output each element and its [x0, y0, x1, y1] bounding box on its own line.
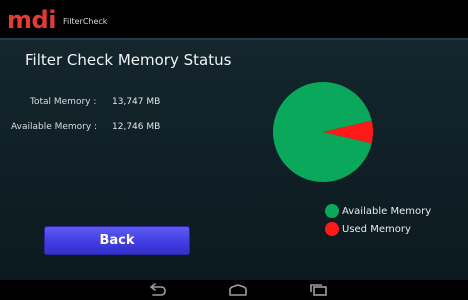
total-memory-label: Total Memory : [30, 97, 97, 107]
main-content: Filter Check Memory Status Total Memory … [0, 40, 468, 280]
mdi-logo: mdi [7, 6, 56, 34]
total-memory-value: 13,747 MB [112, 97, 161, 107]
nav-recents-icon[interactable] [306, 282, 330, 298]
legend-available-label: Available Memory [342, 205, 432, 217]
legend-available-memory: Available Memory [325, 204, 431, 218]
legend-used-label: Used Memory [342, 223, 411, 235]
app-bar: mdi FilterCheck [0, 0, 468, 38]
nav-back-icon[interactable] [145, 282, 169, 298]
system-nav-bar [0, 280, 468, 300]
legend-available-swatch [325, 204, 339, 218]
back-button[interactable]: Back [44, 226, 190, 255]
available-memory-label: Available Memory : [11, 122, 98, 132]
available-memory-value: 12,746 MB [112, 122, 161, 132]
app-name: FilterCheck [63, 17, 108, 26]
memory-pie-chart [273, 82, 373, 182]
legend-used-swatch [325, 222, 339, 236]
nav-home-icon[interactable] [226, 282, 250, 298]
page-title: Filter Check Memory Status [25, 51, 232, 69]
legend-used-memory: Used Memory [325, 222, 411, 236]
